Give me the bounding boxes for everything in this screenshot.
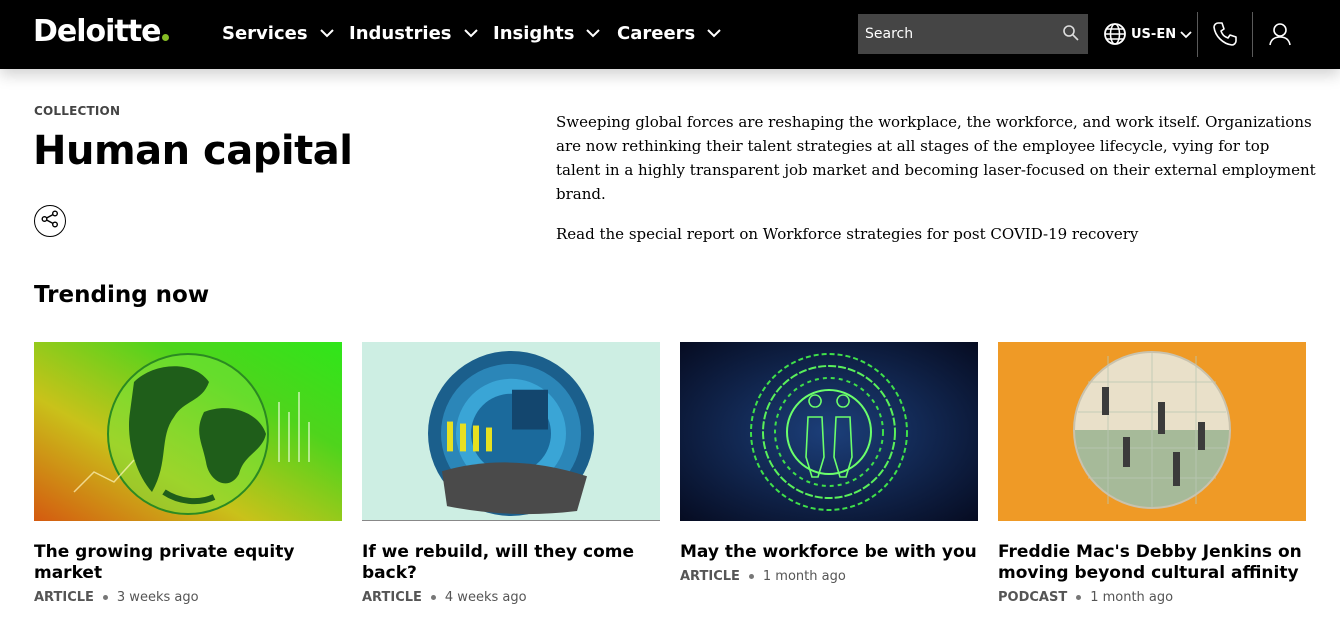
deloitte-logo[interactable]: Deloitte	[33, 14, 170, 50]
chevron-down-icon	[1180, 28, 1192, 40]
user-icon[interactable]	[1266, 20, 1294, 48]
card-meta: ARTICLE 3 weeks ago	[34, 590, 342, 605]
search-icon[interactable]	[1062, 24, 1080, 42]
card-image-people	[998, 342, 1306, 521]
card-title[interactable]: The growing private equity market	[34, 542, 342, 584]
trending-card[interactable]: If we rebuild, will they come back? ARTI…	[362, 342, 660, 605]
top-navigation: Deloitte Services Industries Insights Ca…	[0, 0, 1340, 69]
share-icon	[40, 209, 60, 233]
page-title: Human capital	[33, 128, 353, 174]
locale-selector[interactable]: US-EN	[1103, 20, 1192, 48]
published-age: 1 month ago	[1090, 590, 1174, 605]
meta-separator	[102, 595, 108, 600]
card-meta: ARTICLE 4 weeks ago	[362, 590, 660, 605]
content-type: PODCAST	[998, 590, 1068, 605]
published-age: 3 weeks ago	[116, 590, 199, 605]
chevron-down-icon	[319, 26, 334, 40]
nav-insights[interactable]: Insights	[493, 20, 601, 46]
logo-dot	[162, 34, 170, 41]
trending-card[interactable]: The growing private equity market ARTICL…	[34, 342, 342, 605]
card-image-workforce	[680, 342, 978, 521]
chevron-down-icon	[463, 26, 478, 40]
header-divider	[1252, 12, 1253, 57]
meta-separator	[430, 595, 436, 600]
trending-card[interactable]: Freddie Mac's Debby Jenkins on moving be…	[998, 342, 1306, 605]
intro-paragraph: Sweeping global forces are reshaping the…	[556, 113, 1316, 203]
nav-industries[interactable]: Industries	[349, 20, 478, 46]
collection-eyebrow: COLLECTION	[34, 104, 121, 118]
collection-intro: Sweeping global forces are reshaping the…	[556, 110, 1316, 246]
card-image-globe	[34, 342, 342, 521]
nav-label: Industries	[349, 22, 452, 44]
content-type: ARTICLE	[680, 569, 740, 584]
nav-careers[interactable]: Careers	[617, 20, 721, 46]
nav-services[interactable]: Services	[222, 20, 334, 46]
header-divider	[1197, 12, 1198, 57]
trending-card[interactable]: May the workforce be with you ARTICLE 1 …	[680, 342, 978, 584]
meta-separator	[1076, 595, 1082, 600]
phone-icon[interactable]	[1211, 20, 1239, 48]
content-type: ARTICLE	[34, 590, 94, 605]
globe-icon	[1103, 22, 1127, 46]
nav-label: Careers	[617, 22, 696, 44]
published-age: 1 month ago	[762, 569, 846, 584]
card-title[interactable]: May the workforce be with you	[680, 542, 978, 563]
card-meta: ARTICLE 1 month ago	[680, 569, 978, 584]
card-title[interactable]: If we rebuild, will they come back?	[362, 542, 660, 584]
card-meta: PODCAST 1 month ago	[998, 590, 1306, 605]
meta-separator	[748, 574, 754, 579]
nav-label: Insights	[493, 22, 575, 44]
card-image-tunnel	[362, 342, 660, 521]
card-title[interactable]: Freddie Mac's Debby Jenkins on moving be…	[998, 542, 1306, 584]
chevron-down-icon	[586, 26, 601, 40]
trending-title: Trending now	[34, 282, 210, 308]
special-report-link[interactable]: Read the special report on Workforce str…	[556, 225, 1138, 243]
locale-label: US-EN	[1131, 26, 1177, 42]
share-button[interactable]	[34, 205, 66, 237]
logo-text: Deloitte	[33, 14, 161, 49]
search-box	[858, 14, 1088, 54]
chevron-down-icon	[707, 26, 721, 40]
search-input[interactable]	[858, 14, 1058, 54]
nav-label: Services	[222, 22, 308, 44]
content-type: ARTICLE	[362, 590, 422, 605]
published-age: 4 weeks ago	[444, 590, 527, 605]
